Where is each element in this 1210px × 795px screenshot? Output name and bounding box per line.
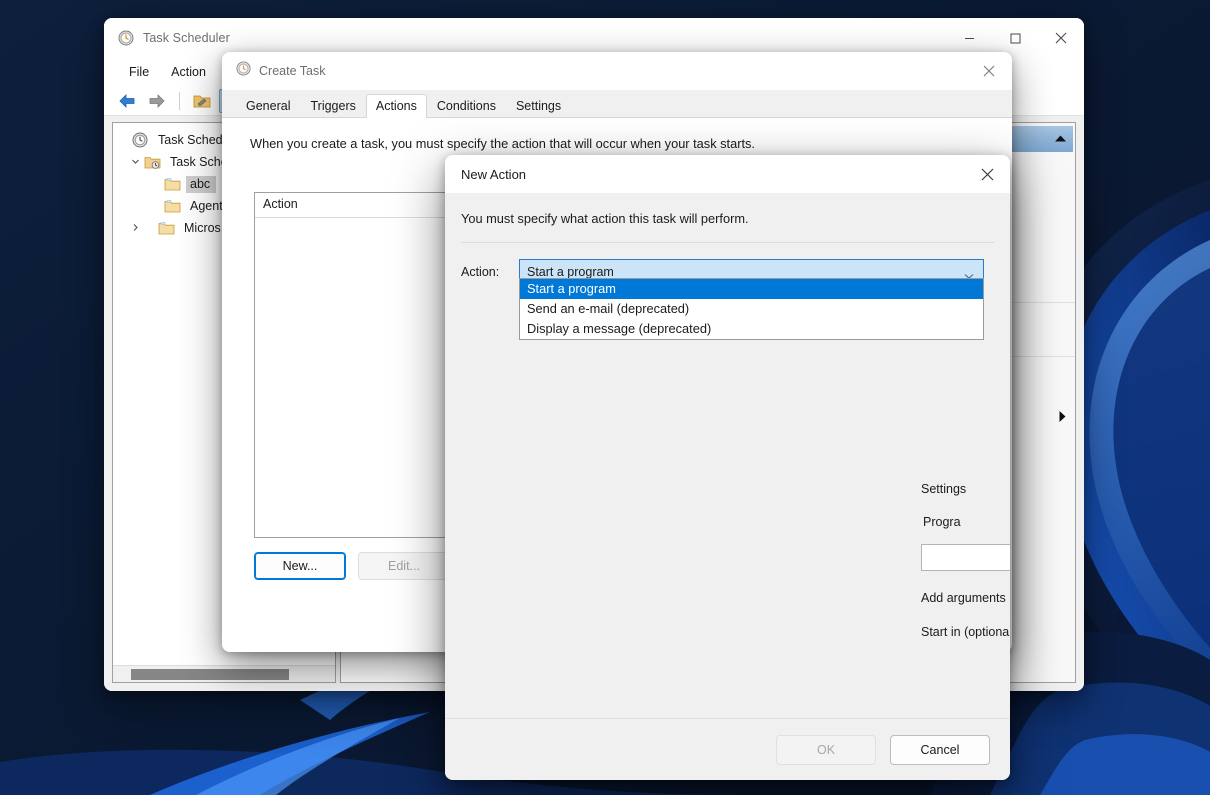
task-scheduler-title: Task Scheduler — [143, 31, 230, 45]
program-input[interactable] — [921, 544, 1010, 571]
tab-actions[interactable]: Actions — [366, 94, 427, 118]
program-label: Progra — [923, 515, 961, 529]
chevron-right-icon[interactable] — [127, 223, 143, 234]
triangle-right-icon[interactable] — [1058, 410, 1067, 428]
clock-icon — [131, 132, 149, 148]
tab-triggers[interactable]: Triggers — [300, 94, 365, 118]
create-task-title: Create Task — [259, 64, 325, 78]
folder-clock-icon — [143, 155, 161, 170]
menu-item-file[interactable]: File — [118, 62, 160, 82]
create-task-titlebar: Create Task — [222, 52, 1012, 90]
create-task-tabs: General Triggers Actions Conditions Sett… — [222, 90, 1012, 118]
start-in-label: Start in (optional): — [921, 625, 1010, 639]
folder-icon — [157, 221, 175, 236]
new-action-footer: OK Cancel — [445, 718, 1010, 780]
toolbar-separator — [179, 92, 180, 110]
folder-icon — [163, 199, 181, 214]
dropdown-option-send-an-email[interactable]: Send an e-mail (deprecated) — [520, 299, 983, 319]
forward-arrow-icon[interactable] — [144, 89, 170, 113]
tab-settings[interactable]: Settings — [506, 94, 571, 118]
action-combobox-value: Start a program — [527, 265, 614, 279]
new-action-dialog: New Action You must specify what action … — [445, 155, 1010, 780]
folder-icon — [163, 177, 181, 192]
tab-general[interactable]: General — [236, 94, 300, 118]
new-action-body: You must specify what action this task w… — [445, 193, 1010, 718]
back-arrow-icon[interactable] — [114, 89, 140, 113]
tree-item-label: Micros — [180, 220, 227, 237]
settings-label: Settings — [921, 482, 966, 496]
new-action-instruction: You must specify what action this task w… — [445, 193, 1010, 226]
tab-conditions[interactable]: Conditions — [427, 94, 506, 118]
action-label: Action: — [461, 265, 519, 279]
tree-item-label: abc — [186, 176, 216, 193]
scrollbar-thumb[interactable] — [131, 669, 289, 680]
dropdown-option-start-a-program[interactable]: Start a program — [520, 279, 983, 299]
start-in-row: Start in (optional): — [921, 619, 1010, 644]
properties-folder-icon[interactable] — [189, 89, 215, 113]
chevron-down-icon[interactable] — [127, 157, 143, 168]
new-action-title: New Action — [461, 167, 526, 182]
close-button[interactable] — [1038, 18, 1084, 58]
menu-item-action[interactable]: Action — [160, 62, 217, 82]
new-action-button[interactable]: New... — [254, 552, 346, 580]
edit-action-button: Edit... — [358, 552, 450, 580]
triangle-up-icon[interactable] — [1054, 130, 1067, 148]
close-button[interactable] — [964, 155, 1010, 193]
clock-icon — [236, 61, 251, 81]
cancel-button[interactable]: Cancel — [890, 735, 990, 765]
ok-button: OK — [776, 735, 876, 765]
divider — [461, 242, 994, 243]
action-dropdown-list[interactable]: Start a program Send an e-mail (deprecat… — [519, 278, 984, 340]
program-field-row: Browse... — [921, 543, 1010, 572]
dropdown-option-display-a-message[interactable]: Display a message (deprecated) — [520, 319, 983, 339]
actions-description: When you create a task, you must specify… — [250, 136, 984, 151]
close-button[interactable] — [966, 52, 1012, 90]
new-action-titlebar: New Action — [445, 155, 1010, 193]
actions-buttons: New... Edit... — [254, 552, 450, 580]
add-arguments-row: Add arguments (optional): — [921, 585, 1010, 610]
tree-horizontal-scrollbar[interactable] — [113, 665, 335, 682]
clock-icon — [118, 30, 134, 46]
column-header-action[interactable]: Action — [255, 193, 469, 217]
add-arguments-label: Add arguments (optional): — [921, 591, 1010, 605]
